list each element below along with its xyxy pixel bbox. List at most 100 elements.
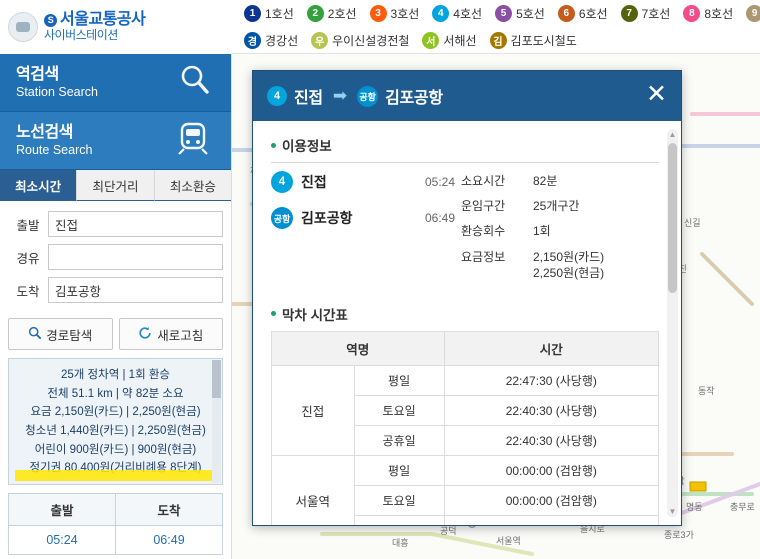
- map-station-label[interactable]: 명동: [686, 500, 703, 513]
- line-label: 서해선: [443, 34, 477, 48]
- arrive-input[interactable]: [48, 277, 223, 303]
- line-label: 7호선: [641, 7, 671, 21]
- summary-line-4: 청소년 1,440원(카드) | 2,250원(현금): [25, 424, 206, 437]
- route-search-block[interactable]: 노선검색 Route Search: [0, 112, 231, 170]
- depart-input[interactable]: [48, 211, 223, 237]
- via-input[interactable]: [48, 244, 223, 270]
- usage-info-grid: 4 진접 05:24 공항 김포공항 06:49 소요시간 82분 운임구간 25개구…: [271, 171, 659, 290]
- map-station-label[interactable]: 서울역: [496, 534, 521, 547]
- map-station-label[interactable]: 동작: [698, 384, 715, 397]
- fare-info-key: 요금정보: [461, 249, 506, 264]
- line-badge-icon: 김: [489, 32, 507, 49]
- line-chip-row2-3[interactable]: 서 서해선: [422, 32, 477, 49]
- line-chip-row2-4[interactable]: 김 김포도시철도: [489, 32, 577, 49]
- timetable-time-cell: 00:00:00 (검암행): [443, 484, 660, 516]
- fare-info-value: 2,150원(카드) 2,250원(현금): [533, 249, 605, 280]
- line-chip-row1-7[interactable]: 7 7호선: [620, 5, 671, 22]
- line-chip-row1-8[interactable]: 8 8호선: [683, 5, 733, 22]
- line-legend-row-2: 경 경강선 우 우이신설경전철 서 서해선 김 김포도시철도: [240, 27, 760, 54]
- line-chip-row1-9[interactable]: 99호선: [746, 5, 760, 22]
- fare-info-row-2: 운임구간 25개구간: [461, 198, 659, 214]
- station-badge-to: 공항: [271, 207, 293, 229]
- close-icon[interactable]: ✕: [644, 82, 669, 110]
- operator-logo-icon: [8, 12, 38, 42]
- line-badge-icon: 서: [422, 32, 440, 49]
- line-badge-icon: 우: [311, 32, 329, 49]
- logo-title-text: 서울교통공사: [60, 11, 146, 29]
- line-chip-row1-2[interactable]: 2 2호선: [306, 5, 357, 22]
- timetable-header-row: 역명 시간: [271, 330, 660, 366]
- dialog-scrollbar[interactable]: ▲ ▼: [667, 129, 678, 517]
- table-row: 서울역 평일 00:00:00 (검암행): [271, 454, 660, 525]
- line-label: 5호선: [516, 7, 545, 21]
- map-station-label[interactable]: 충무로: [730, 500, 755, 513]
- line-chip-row1-1[interactable]: 1 1호선: [244, 5, 294, 22]
- logo-area[interactable]: S 서울교통공사 사이버스테이션: [0, 0, 232, 54]
- timetable-day-cell: 토요일: [353, 484, 445, 516]
- search-route-button[interactable]: 경로탐색: [8, 318, 113, 350]
- refresh-button[interactable]: 새로고침: [118, 318, 223, 350]
- route-summary-box: 25개 정차역 | 1회 환승 전체 51.1 km | 약 82분 소요 요금 2…: [8, 358, 223, 485]
- station-search-block[interactable]: 역검색 Station Search: [0, 54, 231, 112]
- seoul-metro-mark-icon: S: [44, 14, 57, 28]
- scroll-up-icon[interactable]: ▲: [667, 129, 678, 140]
- arrive-time-value: 06:49: [116, 524, 222, 554]
- line-legend: 1 1호선 22호선 33호선 44호선 55호선 66호선 77호선 88호선 99호선 경 경강…: [240, 0, 760, 54]
- summary-highlight: [15, 469, 216, 481]
- bullet-icon: [271, 142, 276, 148]
- fare-info-value: 82분: [533, 174, 558, 188]
- summary-scroll-thumb[interactable]: [212, 360, 221, 398]
- line-chip-row1-4[interactable]: 4 4호선: [432, 5, 482, 22]
- timetable-day-cell: 평일: [353, 454, 445, 486]
- map-station-label[interactable]: 종로3가: [664, 528, 694, 541]
- app-root: 까치울온수초로역곡개봉구로신도림대림신길노량진영등포상도숭실대남성사당동작명동충…: [0, 0, 760, 559]
- line-chip-row2-2[interactable]: 우 우이신설경전철: [311, 32, 409, 49]
- line-chip-row1-3[interactable]: 3 3호선: [369, 5, 419, 22]
- station-time-from: 05:24: [424, 175, 455, 189]
- arrow-right-icon: ➡: [332, 86, 348, 105]
- depart-arrive-table: 출발 도착 05:24 06:49: [8, 492, 223, 555]
- line-chip-row1-5[interactable]: 5 5호선: [495, 5, 545, 22]
- tab-1[interactable]: 최소시간: [0, 170, 78, 201]
- summary-line-1: 25개 정차역 | 1회 환승: [60, 369, 170, 381]
- timetable-body: 진접 평일 22:47:30 (사당행) 토요일 22:40:30 (사당행) 공휴일 22…: [271, 364, 660, 525]
- station-name-to: 김포공항: [301, 210, 353, 226]
- line-chip-row2-1[interactable]: 경 경강선: [244, 32, 298, 49]
- fare-info-value-2: 2,250원(현금): [533, 265, 605, 280]
- timetable-time-cell: 22:47:30 (사당행): [443, 364, 660, 396]
- bullet-icon-2: [271, 311, 276, 317]
- line-chip-row1-6[interactable]: 6 6호선: [557, 5, 608, 22]
- tab-3[interactable]: 최소환승: [154, 170, 231, 201]
- route-summary-lines: 25개 정차역 | 1회 환승 전체 51.1 km | 약 82분 소요 요금 2…: [15, 366, 216, 478]
- line-label: 6호선: [578, 7, 608, 21]
- route-search-title-en: Route Search: [16, 142, 93, 157]
- tab-2[interactable]: 최단거리: [77, 170, 155, 201]
- usage-info-title-text: 이용정보: [282, 139, 332, 154]
- via-label: 경유: [16, 251, 40, 266]
- map-station-label[interactable]: 대흥: [392, 536, 409, 549]
- dialog-body: 이용정보 4 진접 05:24 공항 김포공항 06:49 소요시간 82분 운…: [253, 121, 681, 525]
- from-station-name: 진접: [294, 90, 323, 107]
- train-icon: [173, 121, 213, 160]
- fare-info-key: 환승회수: [461, 224, 506, 239]
- to-station-name: 김포공항: [385, 90, 443, 107]
- map-station-label[interactable]: 신길: [684, 216, 701, 229]
- line-badge-icon: 1: [244, 5, 261, 22]
- summary-line-5: 어린이 900원(카드) | 900원(현금): [34, 443, 197, 456]
- refresh-label: 새로고침: [157, 328, 204, 343]
- scroll-down-icon[interactable]: ▼: [667, 506, 678, 517]
- depart-time-value: 05:24: [9, 524, 116, 554]
- route-form: 출발 경유 도착: [0, 201, 231, 314]
- fare-info-value: 25개구간: [533, 199, 580, 214]
- left-panel: 역검색 Station Search 노선검색 Route Search 최소시…: [0, 54, 232, 559]
- top-bar: S 서울교통공사 사이버스테이션 1 1호선 2 2호선 3 3호선 4 4호선 5 5호선 6 6호선…: [0, 0, 760, 54]
- station-search-texts: 역검색 Station Search: [16, 66, 98, 99]
- dialog-scroll-thumb[interactable]: [668, 143, 677, 293]
- line-badge-icon: 9: [746, 5, 760, 22]
- summary-scrollbar[interactable]: [212, 360, 221, 483]
- fare-info-row-3: 환승회수 1회: [461, 223, 659, 239]
- station-time-to: 06:49: [424, 211, 455, 225]
- usage-info-title: 이용정보: [271, 135, 659, 155]
- line-label: 김포도시철도: [510, 34, 577, 48]
- line-badge-icon: 8: [683, 5, 701, 22]
